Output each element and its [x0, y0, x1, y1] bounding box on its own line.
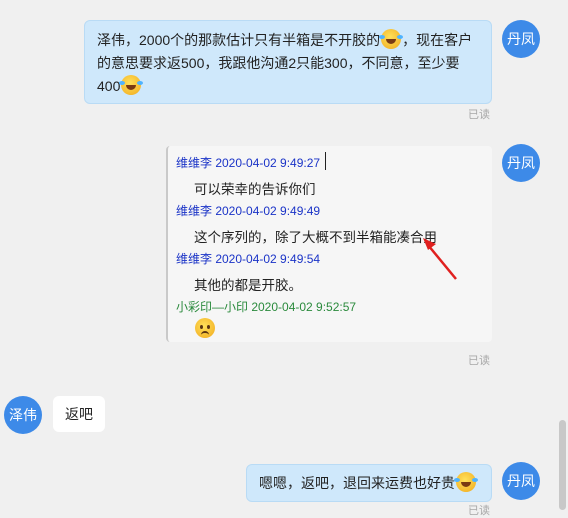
laughing-tears-emoji-icon	[379, 29, 402, 49]
quote-text: 可以荣幸的告诉你们	[194, 182, 316, 197]
message-text-part1: 泽伟，2000个的那款估计只有半箱是不开胶的	[97, 32, 381, 48]
message-text: 返吧	[65, 406, 93, 422]
quote-sender: 小彩印—小印 2020-04-02 9:52:57	[176, 300, 357, 314]
scrollbar-thumb[interactable]	[559, 420, 566, 510]
laughing-tears-emoji-icon	[454, 472, 476, 492]
read-status: 已读	[468, 109, 490, 121]
quote-sender: 维维李 2020-04-02 9:49:54	[176, 252, 321, 266]
quote-emoji	[194, 318, 216, 338]
quote-sender: 维维李 2020-04-02 9:49:27	[176, 156, 321, 170]
quote-text: 这个序列的，除了大概不到半箱能凑合用	[194, 230, 437, 245]
avatar-label: 丹凤	[507, 474, 535, 490]
read-status: 已读	[468, 355, 490, 367]
message-bubble-outgoing[interactable]: 嗯嗯，返吧，退回来运费也好贵	[246, 464, 492, 502]
worried-face-emoji-icon	[195, 318, 215, 338]
laughing-tears-emoji-icon	[119, 75, 142, 95]
message-bubble-outgoing[interactable]: 泽伟，2000个的那款估计只有半箱是不开胶的 ，现在客户的意思要求返500，我跟他…	[84, 20, 492, 104]
avatar-label: 丹凤	[507, 156, 535, 172]
text-cursor	[325, 152, 326, 170]
message-bubble-incoming[interactable]: 返吧	[53, 396, 105, 432]
read-status: 已读	[468, 505, 490, 517]
avatar[interactable]: 丹凤	[502, 462, 540, 500]
message-text: 嗯嗯，返吧，退回来运费也好贵	[259, 475, 455, 491]
quote-sender: 维维李 2020-04-02 9:49:49	[176, 204, 321, 218]
avatar[interactable]: 丹凤	[502, 20, 540, 58]
quote-text: 其他的都是开胶。	[194, 278, 302, 293]
avatar[interactable]: 泽伟	[4, 396, 42, 434]
red-arrow-icon	[423, 238, 457, 280]
avatar-label: 丹凤	[507, 32, 535, 48]
avatar[interactable]: 丹凤	[502, 144, 540, 182]
avatar-label: 泽伟	[9, 408, 37, 424]
